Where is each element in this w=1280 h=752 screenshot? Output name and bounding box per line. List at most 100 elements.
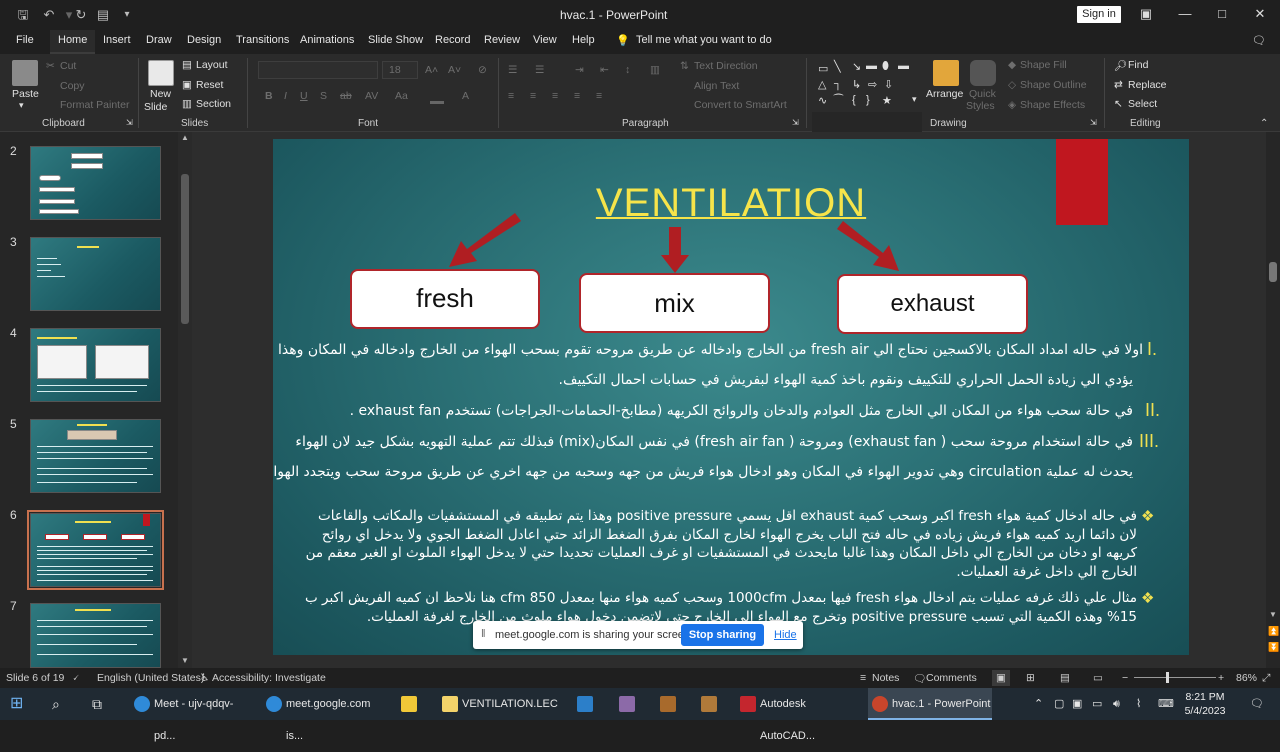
previous-slide-icon[interactable]: ⏫	[1268, 626, 1279, 637]
freeform-shape-icon[interactable]: ⁀	[834, 94, 843, 107]
ribbon-display-icon[interactable]: ▣	[1131, 4, 1161, 24]
slideshow-view-icon[interactable]: ▭	[1093, 672, 1103, 684]
tab-home[interactable]: Home	[50, 30, 96, 54]
arrange-icon[interactable]	[933, 60, 959, 86]
sign-in-button[interactable]: Sign in	[1077, 6, 1121, 23]
search-icon[interactable]: ⌕	[52, 688, 60, 720]
undo-icon[interactable]: ↶	[40, 6, 58, 24]
quick-styles-label-2[interactable]: Styles	[966, 100, 995, 112]
slide-scrollbar[interactable]: ▼ ⏫ ⏬	[1266, 132, 1280, 668]
save-icon[interactable]: 🖫	[14, 6, 32, 24]
thumbnail-scroll-thumb[interactable]	[181, 174, 189, 324]
volume-icon[interactable]: 🔊︎	[1113, 688, 1120, 720]
tray-icon[interactable]: ▢	[1054, 688, 1064, 720]
align-text-button[interactable]: Align Text	[694, 80, 739, 92]
stop-sharing-button[interactable]: Stop sharing	[681, 624, 764, 646]
paragraph-line-5[interactable]: يحدث له عملية circulation وهي تدوير الهو…	[273, 462, 1133, 482]
maximize-icon[interactable]: □	[1207, 4, 1237, 24]
accessibility-status[interactable]: Accessibility: Investigate	[212, 672, 326, 684]
mix-box[interactable]: mix	[579, 273, 770, 333]
tab-animations[interactable]: Animations	[300, 34, 354, 46]
brace-shape-icon[interactable]: {	[852, 94, 856, 106]
indent-icon[interactable]: ⇥	[575, 64, 584, 76]
zoom-slider[interactable]	[1134, 677, 1216, 678]
arrow-right[interactable]	[837, 217, 907, 275]
tab-view[interactable]: View	[533, 34, 557, 46]
network-icon[interactable]: ▭	[1092, 688, 1102, 720]
spacing-icon[interactable]: AV	[365, 90, 378, 102]
paste-icon[interactable]	[12, 60, 38, 86]
spell-check-icon[interactable]: 🗸︎	[72, 672, 79, 685]
bold-icon[interactable]: B	[265, 90, 273, 102]
oval-shape-icon[interactable]: ⬮	[882, 60, 889, 73]
taskbar-app-ventilation[interactable]: VENTILATION.LEC	[438, 688, 558, 720]
windows-start-icon[interactable]: ⊞	[10, 688, 23, 720]
star-shape-icon[interactable]: ★	[882, 94, 892, 107]
paragraph-line-3[interactable]: في حالة سحب هواء من المكان الي الخارج مث…	[350, 401, 1133, 421]
justify-icon[interactable]: ≡	[574, 90, 580, 102]
cut-button[interactable]: Cut	[60, 60, 76, 72]
strike-icon[interactable]: ab	[340, 90, 352, 102]
shape-effects-button[interactable]: Shape Effects	[1020, 99, 1085, 111]
convert-smartart-button[interactable]: Convert to SmartArt	[694, 99, 787, 111]
tab-record[interactable]: Record	[435, 34, 470, 46]
arrange-button[interactable]: Arrange	[926, 88, 963, 100]
file-explorer-icon[interactable]	[401, 696, 417, 712]
next-slide-icon[interactable]: ⏬	[1268, 642, 1279, 653]
app-icon[interactable]	[619, 696, 635, 712]
comments-button[interactable]: Comments	[926, 672, 977, 684]
tab-insert[interactable]: Insert	[103, 34, 131, 46]
wifi-icon[interactable]: ⌇	[1136, 688, 1141, 720]
tell-me-search[interactable]: Tell me what you want to do	[636, 34, 772, 46]
columns-icon[interactable]: ▥	[650, 64, 660, 76]
slide-thumbnail-5[interactable]	[30, 419, 161, 493]
rtl-icon[interactable]: ≡	[596, 90, 602, 102]
taskbar-app-powerpoint[interactable]: hvac.1 - PowerPoint	[868, 688, 992, 720]
tab-draw[interactable]: Draw	[146, 34, 172, 46]
layout-button[interactable]: Layout	[196, 59, 228, 71]
shape-fill-button[interactable]: Shape Fill	[1020, 59, 1067, 71]
grow-font-icon[interactable]: A˄	[425, 64, 438, 76]
triangle-shape-icon[interactable]: △	[818, 78, 826, 91]
rounded-rect-shape-icon[interactable]: ▬	[898, 60, 909, 72]
outdent-icon[interactable]: ⇤	[600, 64, 609, 76]
replace-button[interactable]: Replace	[1128, 79, 1167, 91]
comments-icon[interactable]: 🗨	[1252, 34, 1266, 47]
slide[interactable]: VENTILATION fresh mix exhaust I. اولا في…	[273, 139, 1189, 655]
section-button[interactable]: Section	[196, 98, 231, 110]
line-spacing-icon[interactable]: ↕	[625, 64, 630, 76]
quick-styles-label-1[interactable]: Quick	[969, 88, 996, 100]
start-slideshow-icon[interactable]: ▤	[94, 6, 112, 24]
paragraph-line-4[interactable]: في حالة استخدام مروحة سحب ( exhaust fan)…	[295, 432, 1133, 452]
italic-icon[interactable]: I	[284, 90, 287, 102]
paragraph-line-1[interactable]: اولا في حاله امداد المكان بالاكسجين نحتا…	[278, 340, 1143, 360]
tab-design[interactable]: Design	[187, 34, 221, 46]
app-icon[interactable]	[660, 696, 676, 712]
keyboard-icon[interactable]: ⌨	[1158, 688, 1174, 720]
font-name-input[interactable]	[258, 61, 378, 79]
paste-button[interactable]: Paste	[12, 88, 39, 100]
align-right-icon[interactable]: ≡	[552, 90, 558, 102]
reading-view-icon[interactable]: ▤	[1060, 672, 1070, 684]
line-shape-icon[interactable]: ╲	[834, 60, 841, 73]
slide-thumbnail-4[interactable]	[30, 328, 161, 402]
bullet-paragraph-1[interactable]: في حاله ادخال كمية هواء fresh اكبر وسحب …	[303, 507, 1137, 582]
thumbnail-scrollbar[interactable]: ▲ ▼	[178, 132, 192, 668]
format-painter-button[interactable]: Format Painter	[60, 99, 129, 111]
numbering-icon[interactable]: ☰	[535, 64, 544, 76]
zoom-in-icon[interactable]: +	[1218, 672, 1224, 684]
new-slide-label-1[interactable]: New	[150, 88, 171, 100]
app-icon[interactable]	[701, 696, 717, 712]
textbox-shape-icon[interactable]: ▭	[818, 62, 828, 75]
notifications-icon[interactable]: 🗨︎	[1250, 688, 1264, 720]
highlight-color-icon[interactable]	[430, 101, 444, 104]
tab-review[interactable]: Review	[484, 34, 520, 46]
reset-button[interactable]: Reset	[196, 79, 223, 91]
zoom-level[interactable]: 86%	[1236, 672, 1257, 684]
slide-thumbnail-3[interactable]	[30, 237, 161, 311]
find-button[interactable]: Find	[1128, 59, 1148, 71]
scroll-down-icon[interactable]: ▼	[1269, 610, 1277, 619]
shapes-more-icon[interactable]: ▾	[912, 94, 917, 105]
elbow-shape-icon[interactable]: ┐	[834, 78, 842, 90]
collapse-ribbon-icon[interactable]: ⌃	[1260, 118, 1268, 129]
